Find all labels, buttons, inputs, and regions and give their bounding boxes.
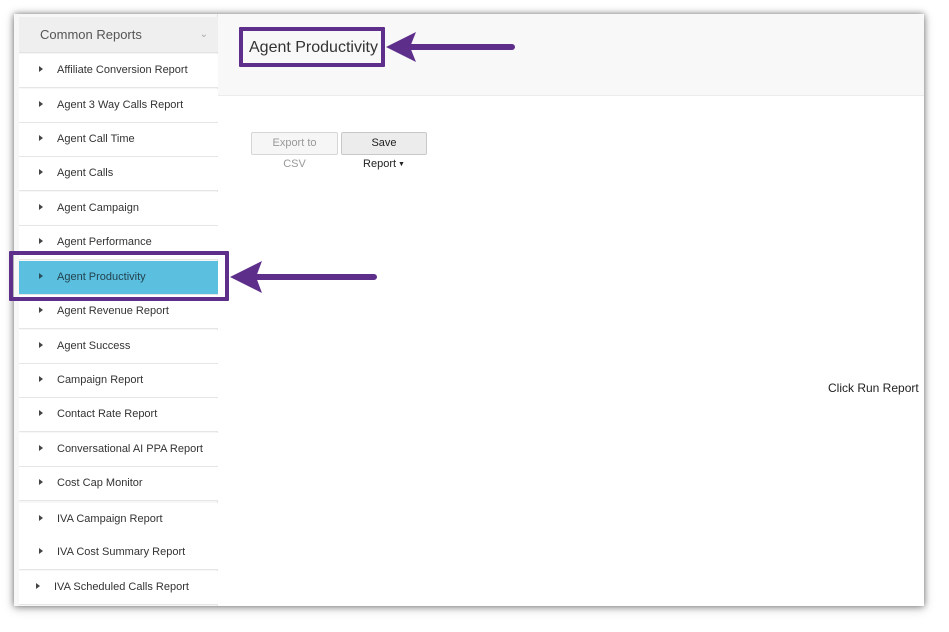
sidebar-item-agent-success[interactable]: Agent Success	[19, 330, 218, 364]
sidebar-item-agent-3-way-calls-report[interactable]: Agent 3 Way Calls Report	[19, 89, 218, 123]
save-report-label: Save Report	[363, 137, 397, 170]
page-title: Agent Productivity	[249, 39, 378, 56]
sidebar-item-campaign-report[interactable]: Campaign Report	[19, 364, 218, 398]
sidebar-item-label: IVA Campaign Report	[57, 513, 163, 525]
sidebar-section-header[interactable]: Common Reports ⌄	[19, 17, 218, 53]
caret-down-icon: ▼	[398, 161, 405, 168]
caret-right-icon	[39, 66, 43, 72]
sidebar-item-affiliate-conversion-report[interactable]: Affiliate Conversion Report	[19, 54, 218, 88]
sidebar-item-label: IVA Cost Summary Report	[57, 546, 186, 558]
sidebar-item-label: Agent Revenue Report	[57, 305, 169, 317]
sidebar-section-title: Common Reports	[40, 27, 142, 42]
sidebar-item-label: Agent 3 Way Calls Report	[57, 99, 184, 111]
caret-right-icon	[39, 307, 43, 313]
sidebar-item-label: Affiliate Conversion Report	[57, 64, 188, 76]
caret-right-icon	[39, 515, 43, 521]
sidebar-item-agent-calls[interactable]: Agent Calls	[19, 157, 218, 191]
sidebar-item-agent-productivity[interactable]: Agent Productivity	[19, 261, 218, 295]
empty-state-message: Click Run Report	[828, 381, 919, 395]
report-window: Common Reports ⌄ Affiliate Conversion Re…	[14, 14, 924, 606]
caret-right-icon	[39, 376, 43, 382]
caret-right-icon	[39, 410, 43, 416]
caret-right-icon	[39, 445, 43, 451]
sidebar-item-agent-performance[interactable]: Agent Performance	[19, 226, 218, 260]
sidebar-item-contact-rate-report[interactable]: Contact Rate Report	[19, 398, 218, 432]
sidebar-item-label: Agent Campaign	[57, 202, 139, 214]
sidebar-item-agent-campaign[interactable]: Agent Campaign	[19, 192, 218, 226]
caret-right-icon	[39, 548, 43, 554]
caret-right-icon	[39, 342, 43, 348]
caret-right-icon	[39, 204, 43, 210]
caret-right-icon	[39, 135, 43, 141]
caret-right-icon	[39, 101, 43, 107]
sidebar-item-label: Agent Calls	[57, 167, 114, 179]
sidebar-item-label: Conversational AI PPA Report	[57, 443, 203, 455]
caret-right-icon	[39, 273, 43, 279]
sidebar-item-agent-revenue-report[interactable]: Agent Revenue Report	[19, 295, 218, 329]
sidebar-item-label: Agent Performance	[57, 236, 152, 248]
caret-right-icon	[39, 238, 43, 244]
sidebar-item-label: Campaign Report	[57, 374, 144, 386]
caret-right-icon	[39, 169, 43, 175]
sidebar-item-label: Agent Success	[57, 340, 131, 352]
save-report-button[interactable]: Save Report ▼	[341, 132, 427, 170]
chevron-down-icon: ⌄	[199, 29, 208, 40]
export-csv-button[interactable]: Export to CSV	[251, 132, 338, 170]
sidebar: Common Reports ⌄ Affiliate Conversion Re…	[14, 14, 218, 606]
sidebar-item-label: Agent Productivity	[57, 271, 146, 283]
sidebar-item-label: Agent Call Time	[57, 133, 135, 145]
sidebar-item-label: Contact Rate Report	[57, 408, 158, 420]
sidebar-item-iva-cost-summary-report[interactable]: IVA Cost Summary Report	[19, 536, 218, 570]
sidebar-item-iva-scheduled-calls-report[interactable]: IVA Scheduled Calls Report	[19, 571, 218, 605]
sidebar-item-iva-campaign-report[interactable]: IVA Campaign Report	[19, 503, 218, 537]
sidebar-item-conversational-ai-ppa-report[interactable]: Conversational AI PPA Report	[19, 433, 218, 467]
sidebar-item-cost-cap-monitor[interactable]: Cost Cap Monitor	[19, 467, 218, 501]
sidebar-item-label: Cost Cap Monitor	[57, 477, 143, 489]
sidebar-item-label: IVA Scheduled Calls Report	[54, 581, 189, 593]
caret-right-icon	[39, 479, 43, 485]
report-header: Agent Productivity	[218, 14, 924, 96]
caret-right-icon	[36, 583, 40, 589]
sidebar-item-agent-call-time[interactable]: Agent Call Time	[19, 123, 218, 157]
